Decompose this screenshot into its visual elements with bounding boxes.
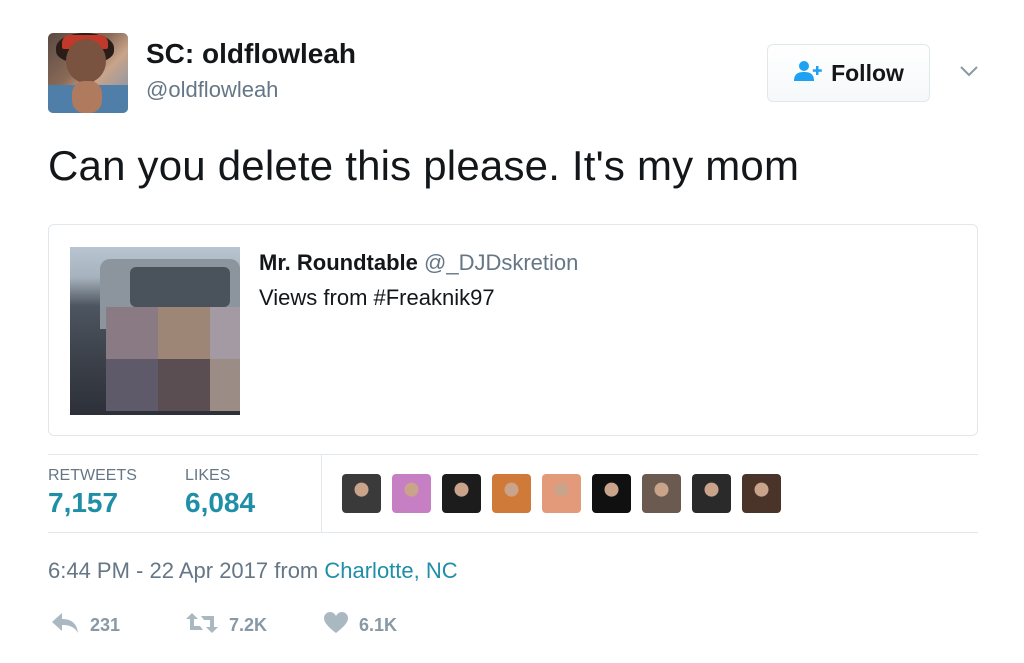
image-blur-pixel	[106, 359, 158, 411]
like-count: 6.1K	[359, 615, 398, 635]
stats-bottom-divider	[48, 532, 978, 533]
liker-avatar-3[interactable]	[442, 474, 481, 513]
retweet-icon	[185, 611, 219, 640]
liker-avatar-7[interactable]	[642, 474, 681, 513]
avatar-body	[72, 81, 102, 113]
retweet-count: 7.2K	[229, 615, 268, 635]
liker-avatar-6[interactable]	[592, 474, 631, 513]
author-handle[interactable]: @oldflowleah	[146, 77, 278, 103]
quoted-tweet-author: Mr. Roundtable @_DJDskretion	[259, 250, 578, 276]
likes-label[interactable]: LIKES	[185, 467, 230, 485]
follow-button-label: Follow	[831, 59, 904, 86]
quoted-tweet-card[interactable]: Mr. Roundtable @_DJDskretion Views from …	[48, 224, 978, 436]
image-blur-pixel	[210, 359, 240, 411]
liker-avatar-9[interactable]	[742, 474, 781, 513]
author-display-name[interactable]: SC: oldflowleah	[146, 38, 356, 70]
retweets-count[interactable]: 7,157	[48, 487, 118, 519]
image-blur-pixel	[158, 307, 210, 359]
timestamp-location[interactable]: Charlotte, NC	[324, 558, 457, 583]
quoted-tweet-image	[70, 247, 240, 415]
image-blur-pixel	[158, 359, 210, 411]
quoted-tweet-text: Views from #Freaknik97	[259, 285, 495, 310]
timestamp-text[interactable]: 6:44 PM - 22 Apr 2017 from	[48, 558, 324, 583]
stats-top-divider	[48, 454, 978, 455]
quoted-tweet-name: Mr. Roundtable	[259, 250, 418, 275]
follow-button[interactable]: Follow	[767, 44, 930, 102]
reply-count: 231	[90, 615, 121, 635]
liker-avatar-4[interactable]	[492, 474, 531, 513]
author-avatar[interactable]	[48, 33, 128, 113]
image-blur-pixel	[106, 307, 158, 359]
tweet-text: Can you delete this please. It's my mom	[48, 142, 800, 189]
retweet-action[interactable]: 7.2K	[185, 611, 267, 640]
liker-avatar-8[interactable]	[692, 474, 731, 513]
avatar-face	[66, 39, 106, 83]
liker-avatar-1[interactable]	[342, 474, 381, 513]
image-car-window	[130, 267, 230, 307]
liker-avatars	[342, 474, 781, 513]
reply-action[interactable]: 231	[50, 611, 120, 640]
tweet-timestamp: 6:44 PM - 22 Apr 2017 from Charlotte, NC	[48, 558, 458, 584]
stats-separator	[321, 455, 322, 532]
quoted-tweet-handle: @_DJDskretion	[424, 250, 579, 275]
add-user-icon	[793, 60, 823, 87]
liker-avatar-5[interactable]	[542, 474, 581, 513]
like-action[interactable]: 6.1K	[323, 611, 397, 640]
likes-count[interactable]: 6,084	[185, 487, 255, 519]
heart-icon	[323, 611, 349, 640]
reply-icon	[50, 611, 80, 640]
retweets-label[interactable]: RETWEETS	[48, 467, 137, 485]
liker-avatar-2[interactable]	[392, 474, 431, 513]
chevron-down-icon[interactable]	[958, 62, 980, 80]
image-blur-pixel	[210, 307, 240, 359]
